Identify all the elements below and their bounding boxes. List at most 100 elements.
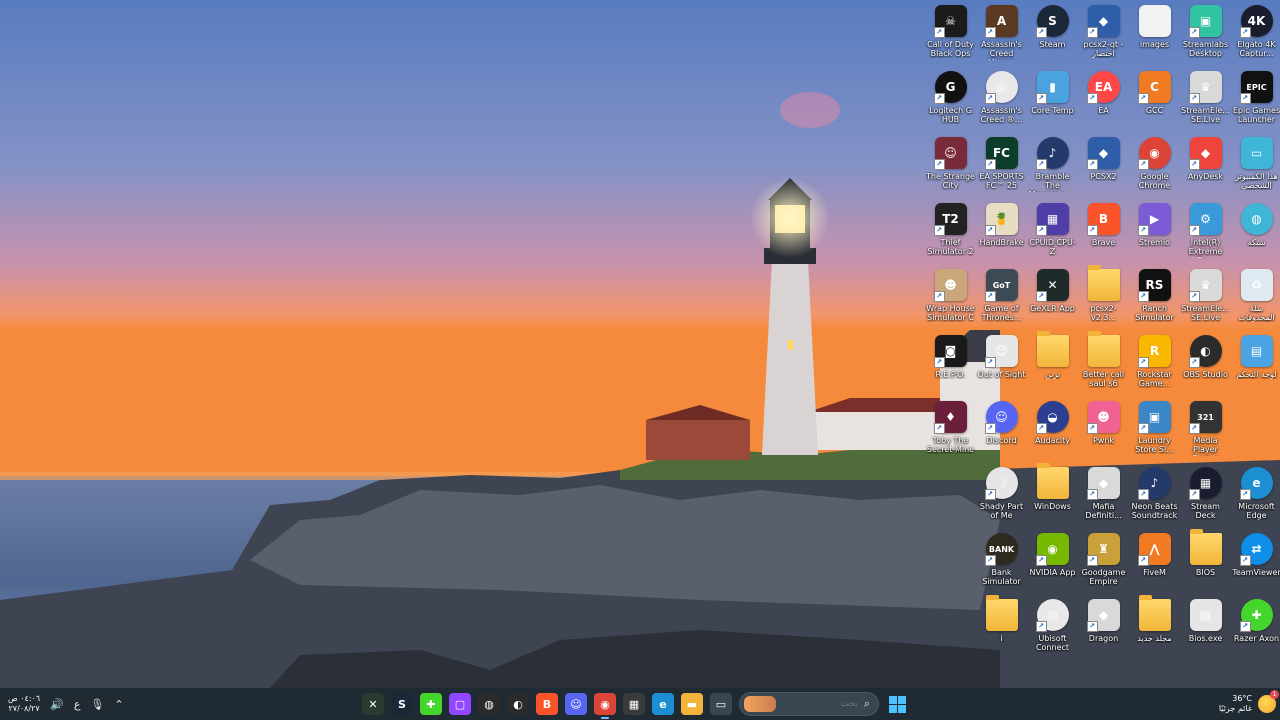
- desktop-shortcut[interactable]: ♦ ↗ Toby The Secret Mine: [925, 398, 976, 464]
- chrome-taskbar-icon[interactable]: ◉: [594, 693, 616, 719]
- desktop-shortcut[interactable]: ☺ ↗ Discord: [976, 398, 1027, 464]
- desktop-shortcut[interactable]: i: [976, 595, 1027, 662]
- empty-slot: [925, 464, 976, 530]
- desktop-shortcut[interactable]: ◉ ↗ Google Chrome: [1129, 134, 1180, 200]
- desktop-shortcut[interactable]: ☠ ↗ Call of Duty Black Ops: [925, 2, 976, 68]
- desktop-shortcut[interactable]: pcsx2-v2.3...: [1078, 265, 1129, 332]
- desktop-shortcut[interactable]: ▣ ↗ Streamlabs Desktop: [1180, 2, 1231, 68]
- taskbar-search[interactable]: ⌕: [739, 692, 879, 716]
- desktop-shortcut[interactable]: ◎ ↗ Assassin's Creed ®...: [976, 68, 1027, 134]
- desktop-shortcut[interactable]: EPIC ↗ Epic Games Launcher: [1231, 68, 1280, 134]
- desktop-shortcut[interactable]: ✚ ↗ Razer Axon: [1231, 596, 1280, 662]
- desktop-shortcut[interactable]: ✕ ↗ GeXLR App: [1027, 266, 1078, 332]
- handbrake-icon: 🍍 ↗: [984, 203, 1018, 236]
- desktop-shortcut[interactable]: ☻ ↗ Pwnk: [1078, 398, 1129, 464]
- desktop-shortcut[interactable]: ⇄ ↗ TeamViewer: [1231, 530, 1280, 596]
- desktop-shortcut[interactable]: A↗Assassin's Creed Mirage: [976, 2, 1027, 68]
- store-taskbar-icon[interactable]: ▦: [623, 693, 645, 715]
- desktop-shortcut[interactable]: 🍍 ↗ HandBrake: [976, 200, 1027, 266]
- desktop-shortcut[interactable]: BIOS: [1180, 529, 1231, 596]
- desktop-shortcut[interactable]: e ↗ Microsoft Edge: [1231, 464, 1280, 530]
- desktop-shortcut[interactable]: ◐ ↗ OBS Studio: [1180, 332, 1231, 398]
- desktop-icon-label: Google Chrome: [1138, 172, 1171, 190]
- discord-taskbar-icon[interactable]: ☺: [565, 693, 587, 715]
- xbox-app-icon[interactable]: ✕: [362, 693, 384, 715]
- desktop-shortcut[interactable]: BANK ↗ Bank Simulator: [976, 530, 1027, 596]
- language-indicator[interactable]: ع: [74, 698, 81, 711]
- shortcut-arrow-icon: ↗: [1086, 27, 1098, 38]
- desktop-shortcut[interactable]: ◍ شبكة: [1231, 200, 1280, 266]
- chevron-up-icon[interactable]: ⌃: [114, 698, 123, 711]
- desktop-shortcut[interactable]: T2 ↗ Thief Simulator 2: [925, 200, 976, 266]
- task-view-taskbar-icon[interactable]: ▭: [710, 693, 732, 715]
- desktop-shortcut[interactable]: ◆ ↗ AnyDesk: [1180, 134, 1231, 200]
- desktop-shortcut[interactable]: ⋀ ↗ FiveM: [1129, 530, 1180, 596]
- desktop-shortcut[interactable]: ☻ ↗ Wrap House Simulator C: [925, 266, 976, 332]
- desktop-shortcut[interactable]: ♪ ↗ Neon Beats Soundtrack: [1129, 464, 1180, 530]
- steam-taskbar-icon[interactable]: S: [391, 693, 413, 715]
- desktop-shortcut[interactable]: ◆ ↗ PCSX2: [1078, 134, 1129, 200]
- desktop-shortcut[interactable]: ⚙↗Intel(R) Extreme Tu...: [1180, 200, 1231, 266]
- desktop-shortcut[interactable]: ▶ ↗ Stremio: [1129, 200, 1180, 266]
- desktop-shortcut[interactable]: ☺ ↗ The Strange City: [925, 134, 976, 200]
- desktop-shortcut[interactable]: Better call saul s6: [1078, 331, 1129, 398]
- desktop-shortcut[interactable]: G ↗ Logitech G HUB: [925, 68, 976, 134]
- desktop-shortcut[interactable]: ☺ ↗ Out of Sight: [976, 332, 1027, 398]
- new-folder-icon: [1138, 595, 1171, 631]
- color-wheel-taskbar-icon[interactable]: ◍: [478, 693, 500, 715]
- desktop-shortcut[interactable]: FC ↗ EA SPORTS FC™ 25: [976, 134, 1027, 200]
- desktop-shortcut[interactable]: WinDows: [1027, 463, 1078, 530]
- desktop-shortcut[interactable]: 4K ↗ Elgato 4K Captur...: [1231, 2, 1280, 68]
- obs-taskbar-icon[interactable]: ◐: [507, 693, 529, 715]
- volume-icon[interactable]: 🔊: [50, 698, 64, 711]
- desktop-shortcut[interactable]: S ↗ Steam: [1027, 2, 1078, 68]
- desktop-shortcut[interactable]: تزنن: [1027, 331, 1078, 398]
- desktop-shortcut[interactable]: RS ↗ Ranch Simulator: [1129, 266, 1180, 332]
- desktop-shortcut[interactable]: ◆ ↗ pcsx2-qt - اختصار: [1078, 2, 1129, 68]
- desktop-shortcut[interactable]: ♛ ↗ StreamEle... SE.Live: [1180, 266, 1231, 332]
- icon-glyph: ◆: [1098, 146, 1109, 160]
- desktop-shortcut[interactable]: ♪↗Bramble The Mountain ...: [1027, 134, 1078, 200]
- edge-taskbar-icon[interactable]: e: [652, 693, 674, 715]
- desktop-shortcut[interactable]: images: [1129, 2, 1180, 68]
- clock[interactable]: ٠٤:٠٦ ص ٢٧/٠٨/٢٧: [8, 694, 40, 714]
- desktop-shortcut[interactable]: B ↗ Brave: [1078, 200, 1129, 266]
- desktop-shortcut[interactable]: ▮ ↗ Core Temp: [1027, 68, 1078, 134]
- twitch-taskbar-icon[interactable]: ▢: [449, 693, 471, 715]
- desktop-shortcut[interactable]: ◆ ↗ Mafia Definiti...: [1078, 464, 1129, 530]
- desktop-shortcut[interactable]: 321↗Media Player Classic: [1180, 398, 1231, 464]
- desktop-shortcut[interactable]: EA ↗ EA: [1078, 68, 1129, 134]
- desktop[interactable]: ☠ ↗ Call of Duty Black Ops A ↗ Assassin's Cre…: [0, 0, 1280, 688]
- desktop-shortcut[interactable]: ♻ سلة المحذوفات: [1231, 266, 1280, 332]
- desktop-shortcut[interactable]: ◙ ↗ R.E.P.O.: [925, 332, 976, 398]
- desktop-shortcut[interactable]: ▤ لوحة التحكم: [1231, 332, 1280, 398]
- desktop-shortcut[interactable]: ◆ ↗ Dragon: [1078, 596, 1129, 662]
- desktop-shortcut[interactable]: ▭ هذا الكمبيوتر الشخصي: [1231, 134, 1280, 200]
- desktop-shortcut[interactable]: ☽ ↗ Shady Part of Me: [976, 464, 1027, 530]
- desktop-shortcut[interactable]: ♛ ↗ StreamEle... SE.Live: [1180, 68, 1231, 134]
- desktop-shortcut[interactable]: GoT ↗ Game of Thrones...: [976, 266, 1027, 332]
- desktop-shortcut[interactable]: مجلد جديد: [1129, 595, 1180, 662]
- brave-taskbar-icon[interactable]: B: [536, 693, 558, 715]
- desktop-shortcut[interactable]: ◉ ↗ NVIDIA App: [1027, 530, 1078, 596]
- icon-glyph: B: [1098, 212, 1109, 226]
- taskbar-app-glyph: ◐: [513, 697, 523, 711]
- microphone-icon[interactable]: 🎙: [90, 698, 104, 711]
- desktop-shortcut[interactable]: R ↗ Rockstar Game...: [1129, 332, 1180, 398]
- search-input[interactable]: [787, 699, 858, 709]
- weather-widget[interactable]: 36°C غائم جزئيًا 1: [1219, 688, 1279, 720]
- razer-taskbar-icon[interactable]: ✚: [420, 693, 442, 715]
- desktop-shortcut[interactable]: C ↗ GCC: [1129, 68, 1180, 134]
- desktop-shortcut[interactable]: ◎ ↗ Ubisoft Connect: [1027, 596, 1078, 662]
- desktop-shortcut[interactable]: ♜ ↗ Goodgame Empire: [1078, 530, 1129, 596]
- desktop-icon-label: Bramble The Mountain ...: [1029, 172, 1076, 192]
- file-explorer-taskbar-icon[interactable]: ▬: [681, 693, 703, 715]
- start-button[interactable]: [886, 693, 908, 715]
- desktop-shortcut[interactable]: ▦ ↗ Stream Deck: [1180, 464, 1231, 530]
- shortcut-arrow-icon: ↗: [1239, 621, 1251, 632]
- shortcut-arrow-icon: ↗: [1239, 93, 1251, 104]
- desktop-shortcut[interactable]: ▦ ↗ CPUID CPU-Z: [1027, 200, 1078, 266]
- desktop-shortcut[interactable]: ▣ ↗ Laundry Store Si...: [1129, 398, 1180, 464]
- desktop-shortcut[interactable]: ◒ ↗ Audacity: [1027, 398, 1078, 464]
- desktop-shortcut[interactable]: ▤ Bios.exe: [1180, 596, 1231, 662]
